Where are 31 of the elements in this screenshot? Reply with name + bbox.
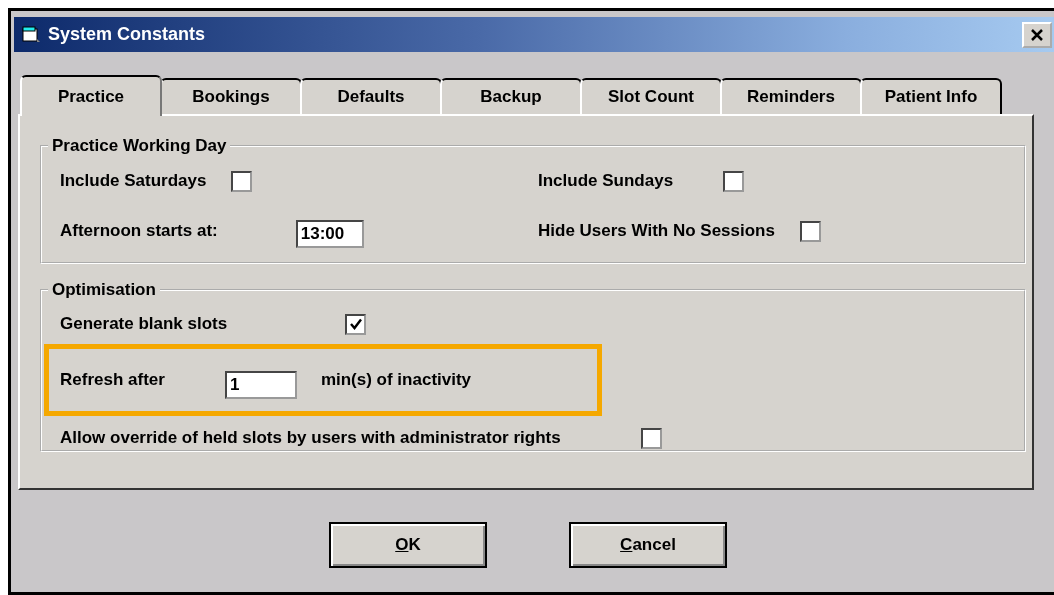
input-field[interactable]: 13:00	[295, 220, 364, 248]
tab[interactable]: Patient Info	[860, 78, 1002, 114]
group-title: Practice Working Day	[51, 136, 228, 156]
tab[interactable]: Practice	[20, 75, 162, 116]
option-label: Include Sundays	[538, 171, 674, 191]
tab[interactable]: Bookings	[160, 78, 302, 114]
checkbox[interactable]	[345, 313, 367, 335]
checkbox[interactable]	[723, 170, 745, 192]
close-icon	[1030, 28, 1044, 41]
tab[interactable]: Backup	[440, 78, 582, 114]
window-icon	[22, 25, 42, 44]
window-title: System Constants	[48, 24, 206, 45]
tab[interactable]: Defaults	[300, 78, 442, 114]
group-title: Optimisation	[51, 280, 157, 300]
close-button[interactable]	[1022, 21, 1052, 48]
input-field[interactable]: 1	[224, 371, 297, 399]
option-label: Afternoon starts at:	[60, 221, 218, 241]
tab[interactable]: Reminders	[720, 78, 862, 114]
check-icon	[349, 318, 362, 330]
dialog-button[interactable]: Cancel	[569, 522, 727, 568]
option-label: Refresh after	[60, 370, 165, 390]
option-label: Hide Users With No Sessions	[538, 221, 775, 241]
checkbox[interactable]	[231, 170, 253, 192]
dialog-button[interactable]: OK	[329, 522, 487, 568]
tab[interactable]: Slot Count	[580, 78, 722, 114]
unit-label: min(s) of inactivity	[320, 370, 472, 390]
option-label: Generate blank slots	[60, 314, 228, 334]
checkbox[interactable]	[799, 220, 821, 242]
checkbox[interactable]	[640, 427, 662, 449]
option-label: Allow override of held slots by users with administrator rights	[60, 428, 561, 448]
option-label: Include Saturdays	[60, 171, 207, 191]
